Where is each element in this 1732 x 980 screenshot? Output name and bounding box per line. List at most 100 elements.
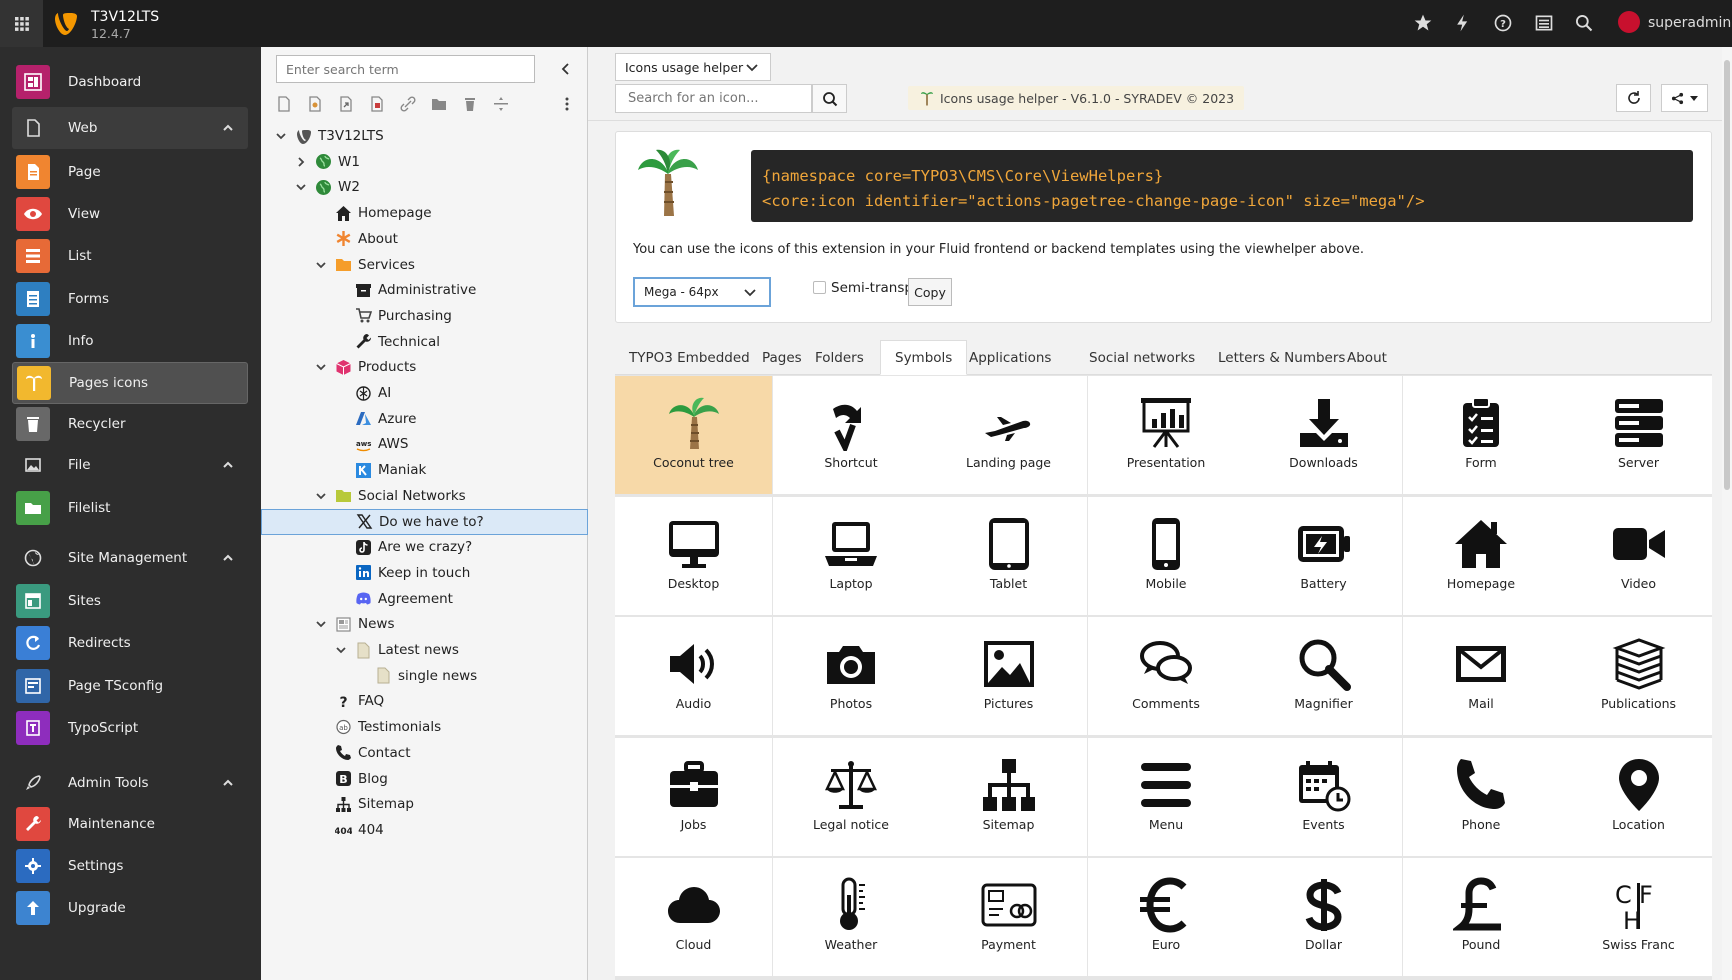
tab-typo3-embedded[interactable]: TYPO3 Embedded: [615, 340, 764, 375]
search-icon[interactable]: [1574, 13, 1594, 33]
tree-node[interactable]: Agreement: [355, 586, 453, 612]
new-page-icon[interactable]: [275, 95, 293, 113]
sidebar-item-maintenance[interactable]: Maintenance: [12, 803, 248, 845]
username[interactable]: superadmin: [1648, 15, 1731, 31]
icon-tile[interactable]: Tablet: [930, 496, 1087, 615]
new-link-icon[interactable]: [399, 95, 417, 113]
icon-tile[interactable]: Cloud: [615, 858, 772, 976]
tree-node[interactable]: Homepage: [335, 200, 432, 226]
chevron-down-icon[interactable]: [315, 361, 327, 373]
new-page-special-icon[interactable]: [306, 95, 324, 113]
sidebar-section-site-management[interactable]: Site Management: [12, 537, 248, 579]
icon-tile[interactable]: Dollar: [1245, 858, 1402, 976]
module-select[interactable]: Icons usage helper: [615, 53, 771, 81]
sidebar-item-dashboard[interactable]: Dashboard: [12, 61, 248, 103]
tab-social-networks[interactable]: Social networks: [1075, 340, 1209, 375]
tree-node[interactable]: News: [316, 611, 394, 637]
icon-tile[interactable]: Video: [1560, 496, 1712, 615]
apps-grid-icon[interactable]: [0, 0, 43, 47]
icon-tile[interactable]: Mail: [1402, 617, 1560, 735]
typo3-logo-icon[interactable]: [54, 11, 78, 37]
icon-tile[interactable]: Audio: [615, 617, 772, 735]
chevron-down-icon[interactable]: [315, 490, 327, 502]
tree-node[interactable]: Are we crazy?: [355, 534, 472, 560]
icon-tile[interactable]: Sitemap: [930, 737, 1087, 856]
tree-node[interactable]: Purchasing: [355, 303, 452, 329]
icon-tile[interactable]: Publications: [1560, 617, 1712, 735]
tab-folders[interactable]: Folders: [801, 340, 878, 375]
chevron-down-icon[interactable]: [275, 130, 287, 142]
sidebar-section-file[interactable]: File: [12, 444, 248, 486]
sidebar-item-page[interactable]: Page: [12, 151, 248, 193]
icon-tile[interactable]: Location: [1560, 737, 1712, 856]
sidebar-item-redirects[interactable]: Redirects: [12, 622, 248, 664]
tree-node[interactable]: ? FAQ: [335, 688, 384, 714]
viewhelper-code[interactable]: {namespace core=TYPO3\CMS\Core\ViewHelpe…: [751, 150, 1693, 222]
refresh-button[interactable]: [1616, 84, 1651, 112]
icon-tile[interactable]: Photos: [772, 617, 930, 735]
sidebar-item-pages-icons[interactable]: Pages icons: [12, 362, 248, 404]
icon-tile[interactable]: Battery: [1245, 496, 1402, 615]
tree-search-input[interactable]: [276, 55, 535, 83]
icon-tile[interactable]: Desktop: [615, 496, 772, 615]
icon-tile[interactable]: Events: [1245, 737, 1402, 856]
tree-node[interactable]: Keep in touch: [355, 560, 470, 586]
menu-separator-icon[interactable]: [492, 95, 510, 113]
sidebar-section-web[interactable]: Web: [12, 107, 248, 149]
icon-tile[interactable]: Downloads: [1245, 376, 1402, 494]
icon-search-input[interactable]: [615, 84, 812, 113]
tree-node[interactable]: B Blog: [335, 766, 388, 792]
scrollbar-thumb[interactable]: [1724, 60, 1730, 490]
sidebar-item-page-tsconfig[interactable]: Page TSconfig: [12, 665, 248, 707]
icon-tile[interactable]: Comments: [1087, 617, 1245, 735]
icon-tile[interactable]: Homepage: [1402, 496, 1560, 615]
tree-node[interactable]: aws AWS: [355, 431, 408, 457]
icon-tile[interactable]: Shortcut: [772, 376, 930, 494]
new-shortcut-icon[interactable]: [337, 95, 355, 113]
tree-node[interactable]: Services: [316, 252, 415, 278]
tree-node[interactable]: T3V12LTS: [276, 123, 384, 149]
icon-tile[interactable]: Laptop: [772, 496, 930, 615]
search-button[interactable]: [812, 84, 847, 113]
tree-node[interactable]: About: [335, 226, 398, 252]
icon-tile[interactable]: Presentation: [1087, 376, 1245, 494]
sidebar-item-typoscript[interactable]: TypoScript: [12, 707, 248, 749]
tree-node[interactable]: Products: [316, 354, 416, 380]
tree-node[interactable]: ab Testimonials: [335, 714, 441, 740]
sidebar-item-forms[interactable]: Forms: [12, 278, 248, 320]
tree-node[interactable]: Administrative: [355, 277, 476, 303]
tree-node[interactable]: Do we have to?: [261, 508, 588, 535]
tree-node[interactable]: Latest news: [336, 637, 459, 663]
chevron-down-icon[interactable]: [335, 644, 347, 656]
chevron-down-icon[interactable]: [315, 618, 327, 630]
tree-node[interactable]: Technical: [355, 329, 440, 355]
new-external-link-icon[interactable]: [368, 95, 386, 113]
icon-size-select[interactable]: Mega - 64px: [633, 277, 771, 307]
tree-node[interactable]: AI: [355, 380, 391, 406]
icon-tile[interactable]: Weather: [772, 858, 930, 976]
sidebar-item-list[interactable]: List: [12, 235, 248, 277]
collapse-tree-icon[interactable]: [558, 61, 574, 77]
icon-tile[interactable]: Landing page: [930, 376, 1087, 494]
share-button[interactable]: [1661, 84, 1708, 112]
tree-node[interactable]: W1: [298, 149, 360, 175]
copy-button[interactable]: Copy: [908, 278, 952, 306]
list-icon[interactable]: [1534, 13, 1554, 33]
chevron-down-icon[interactable]: [315, 259, 327, 271]
star-icon[interactable]: [1413, 13, 1433, 33]
icon-tile[interactable]: Legal notice: [772, 737, 930, 856]
icon-tile[interactable]: Euro: [1087, 858, 1245, 976]
tree-node[interactable]: Maniak: [355, 457, 426, 483]
tab-about[interactable]: About: [1333, 340, 1401, 375]
sidebar-item-view[interactable]: View: [12, 193, 248, 235]
new-folder-icon[interactable]: [430, 95, 448, 113]
chevron-right-icon[interactable]: [295, 156, 307, 168]
icon-tile[interactable]: Menu: [1087, 737, 1245, 856]
sidebar-item-sites[interactable]: Sites: [12, 580, 248, 622]
semi-transparent-checkbox[interactable]: [813, 281, 826, 294]
recycler-icon[interactable]: [461, 95, 479, 113]
icon-tile[interactable]: Server: [1560, 376, 1712, 494]
sidebar-item-recycler[interactable]: Recycler: [12, 403, 248, 445]
tree-node[interactable]: single news: [375, 663, 477, 689]
tab-applications[interactable]: Applications: [955, 340, 1065, 375]
